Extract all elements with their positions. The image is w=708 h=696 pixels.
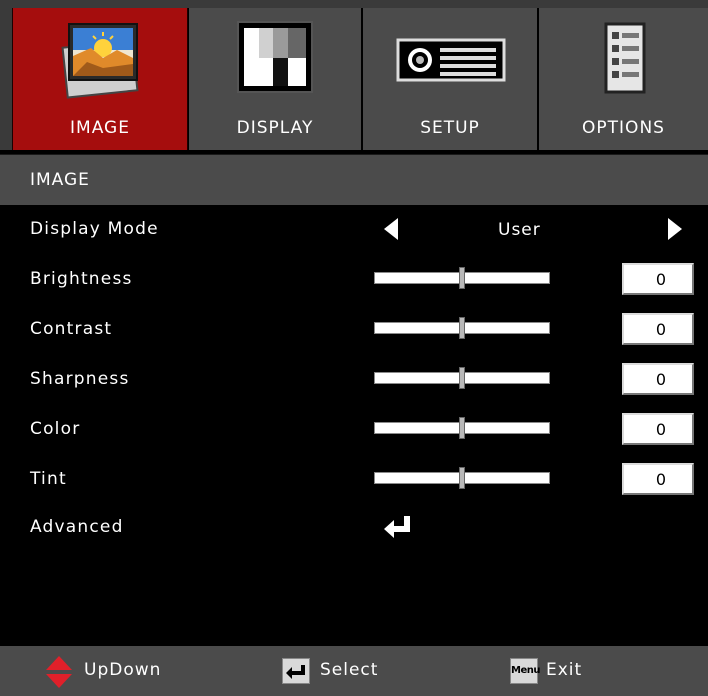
brightness-label: Brightness [30, 269, 133, 289]
slider-thumb[interactable] [459, 417, 465, 439]
brightness-slider[interactable] [374, 267, 550, 289]
slider-thumb[interactable] [459, 267, 465, 289]
tab-label: SETUP [420, 118, 480, 138]
sharpness-label: Sharpness [30, 369, 130, 389]
advanced-row[interactable]: Advanced [0, 506, 708, 556]
sharpness-row[interactable]: Sharpness 0 [0, 358, 708, 408]
slider-thumb[interactable] [459, 317, 465, 339]
select-text: Select [320, 660, 379, 680]
tab-label: IMAGE [70, 118, 130, 138]
tint-row[interactable]: Tint 0 [0, 458, 708, 508]
display-mode-row[interactable]: Display Mode User [0, 208, 708, 258]
slider-thumb[interactable] [459, 467, 465, 489]
tint-label: Tint [30, 469, 67, 489]
select-hint: Select [282, 646, 422, 696]
display-mode-label: Display Mode [30, 219, 159, 239]
tint-value: 0 [622, 463, 694, 495]
color-label: Color [30, 419, 81, 439]
tab-setup[interactable]: SETUP [362, 8, 538, 150]
enter-key-icon [282, 658, 310, 684]
sharpness-slider[interactable] [374, 367, 550, 389]
right-arrow-icon[interactable] [668, 218, 682, 240]
tab-label: OPTIONS [582, 118, 665, 138]
brightness-row[interactable]: Brightness 0 [0, 258, 708, 308]
tab-label: DISPLAY [236, 118, 314, 138]
enter-icon[interactable] [382, 512, 414, 542]
contrast-value: 0 [622, 313, 694, 345]
footer-hints: UpDown Select Menu Exit [0, 646, 708, 696]
exit-text: Exit [546, 660, 583, 680]
section-header: IMAGE [0, 154, 708, 205]
projector-icon [396, 38, 506, 82]
updown-text: UpDown [84, 660, 162, 680]
tab-image[interactable]: IMAGE [12, 8, 188, 150]
sharpness-value: 0 [622, 363, 694, 395]
slider-thumb[interactable] [459, 367, 465, 389]
display-mode-value: User [498, 220, 541, 240]
color-value: 0 [622, 413, 694, 445]
menu-key-icon: Menu [510, 658, 540, 684]
tint-slider[interactable] [374, 467, 550, 489]
updown-arrows-icon [46, 656, 72, 688]
checklist-icon [604, 22, 645, 94]
color-row[interactable]: Color 0 [0, 408, 708, 458]
brightness-value: 0 [622, 263, 694, 295]
color-slider[interactable] [374, 417, 550, 439]
exit-hint: Menu Exit [510, 646, 650, 696]
display-icon [237, 21, 313, 93]
left-arrow-icon[interactable] [384, 218, 398, 240]
tab-options[interactable]: OPTIONS [538, 8, 708, 150]
updown-hint: UpDown [44, 646, 204, 696]
section-title: IMAGE [30, 170, 90, 190]
image-icon [61, 23, 139, 99]
contrast-row[interactable]: Contrast 0 [0, 308, 708, 358]
osd-menu: IMAGE DISPLAY SETUP OPTIONS IMAGE Displa… [0, 0, 708, 696]
advanced-label: Advanced [30, 517, 124, 537]
contrast-label: Contrast [30, 319, 113, 339]
contrast-slider[interactable] [374, 317, 550, 339]
tab-display[interactable]: DISPLAY [188, 8, 362, 150]
tab-bar: IMAGE DISPLAY SETUP OPTIONS [0, 0, 708, 150]
